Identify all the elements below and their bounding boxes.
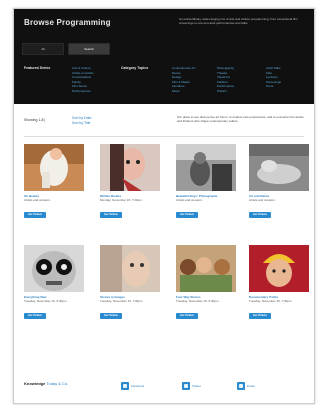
event-date: Tuesday, November 16, 7:30pm bbox=[249, 299, 292, 304]
nav-link[interactable]: Photography bbox=[217, 66, 234, 71]
event-card: Art and Dance Artists and curators Get T… bbox=[249, 144, 309, 220]
share-label[interactable]: Facebook bbox=[131, 384, 144, 388]
share-label[interactable]: Twitter bbox=[192, 384, 201, 388]
event-card: Written Bodies Monday, November 15, 7:00… bbox=[100, 144, 160, 220]
event-date: Artists and curators bbox=[24, 198, 50, 203]
get-tickets-button[interactable]: Get Tickets bbox=[176, 313, 198, 320]
share-label[interactable]: Email bbox=[247, 384, 255, 388]
nav-link[interactable]: Conversations bbox=[72, 75, 94, 80]
event-image[interactable] bbox=[176, 245, 236, 292]
footer-brand[interactable]: Knowledge Today & Co. bbox=[24, 381, 68, 386]
tagline: An extraordinary, wide-ranging mix of ar… bbox=[179, 17, 298, 26]
get-tickets-button[interactable]: Get Tickets bbox=[249, 212, 271, 219]
get-tickets-button[interactable]: Get Tickets bbox=[100, 313, 122, 320]
email-icon[interactable] bbox=[237, 381, 245, 390]
share-twitter[interactable]: Twitter bbox=[182, 377, 201, 395]
event-card: On Beauty Artists and curators Get Ticke… bbox=[24, 144, 84, 220]
nav-link[interactable]: Music bbox=[172, 89, 196, 94]
share-facebook[interactable]: Facebook bbox=[121, 377, 144, 395]
nav-link[interactable]: Performance bbox=[217, 84, 234, 89]
get-tickets-button[interactable]: Get Tickets bbox=[249, 313, 271, 320]
category-topics-col-3: Artist Talks Kids Lectures Screenings To… bbox=[266, 66, 281, 89]
tab-all[interactable]: All bbox=[22, 43, 64, 55]
event-image[interactable] bbox=[24, 144, 84, 191]
event-image[interactable] bbox=[176, 144, 236, 191]
brand-suffix: Today & Co. bbox=[46, 381, 69, 386]
event-date: Tuesday, November 16, 6:30pm bbox=[176, 299, 219, 304]
divider bbox=[24, 136, 304, 137]
site-title: Browse Programming bbox=[24, 18, 111, 27]
featured-series-list: Arts & Culture Artists on Artists Conver… bbox=[72, 66, 94, 93]
event-image[interactable] bbox=[249, 144, 309, 191]
event-card: Four Way Stories Tuesday, November 16, 6… bbox=[176, 245, 236, 321]
share-email[interactable]: Email bbox=[237, 377, 255, 395]
category-topics-col-2: Photography Theater Visual Art Fashion P… bbox=[217, 66, 234, 93]
event-date: Tuesday, November 16, 6:30pm bbox=[24, 299, 67, 304]
nav-link[interactable]: Tours bbox=[266, 84, 281, 89]
event-card: Documentary Truths Tuesday, November 16,… bbox=[249, 245, 309, 321]
event-date: Artists and curators bbox=[176, 198, 202, 203]
listing-description: Our place to see diverse live art forms,… bbox=[177, 115, 304, 124]
event-date: Monday, November 15, 7:00pm bbox=[100, 198, 142, 203]
event-image[interactable] bbox=[100, 245, 160, 292]
result-count: Showing 1-8 | bbox=[24, 118, 46, 122]
event-image[interactable] bbox=[100, 144, 160, 191]
tab-search[interactable]: Search bbox=[68, 43, 110, 55]
nav-link[interactable]: Arts & Culture bbox=[72, 66, 94, 71]
header: Browse Programming An extraordinary, wid… bbox=[14, 9, 314, 104]
nav-link[interactable]: Contemporary Art bbox=[172, 66, 196, 71]
category-topics-label: Category Topics bbox=[121, 66, 149, 70]
featured-series-label: Featured Series bbox=[24, 66, 51, 70]
nav-link[interactable]: Artist Talks bbox=[266, 66, 281, 71]
brand-name: Knowledge bbox=[24, 381, 46, 386]
event-card: Stories in Images Tuesday, November 16, … bbox=[100, 245, 160, 321]
sort-by-title-link[interactable]: Sort by Title bbox=[72, 121, 91, 126]
get-tickets-button[interactable]: Get Tickets bbox=[100, 212, 122, 219]
get-tickets-button[interactable]: Get Tickets bbox=[24, 313, 46, 320]
event-card: Beautiful Boys: Photographs Artists and … bbox=[176, 144, 236, 220]
get-tickets-button[interactable]: Get Tickets bbox=[176, 212, 198, 219]
category-topics-col-1: Contemporary Art Dance Design Film & Med… bbox=[172, 66, 196, 93]
nav-link[interactable]: Politics bbox=[217, 89, 234, 94]
event-image[interactable] bbox=[24, 245, 84, 292]
nav-link[interactable]: Performances bbox=[72, 89, 94, 94]
sort-links: Sort by Date Sort by Title bbox=[72, 116, 91, 126]
event-image[interactable] bbox=[249, 245, 309, 292]
event-card: Everything New Tuesday, November 16, 6:3… bbox=[24, 245, 84, 321]
twitter-icon[interactable] bbox=[182, 381, 190, 390]
get-tickets-button[interactable]: Get Tickets bbox=[24, 212, 46, 219]
event-date: Artists and curators bbox=[249, 198, 275, 203]
event-date: Tuesday, November 16, 7:00pm bbox=[100, 299, 143, 304]
facebook-icon[interactable] bbox=[121, 381, 129, 390]
page-frame: Browse Programming An extraordinary, wid… bbox=[13, 8, 315, 404]
